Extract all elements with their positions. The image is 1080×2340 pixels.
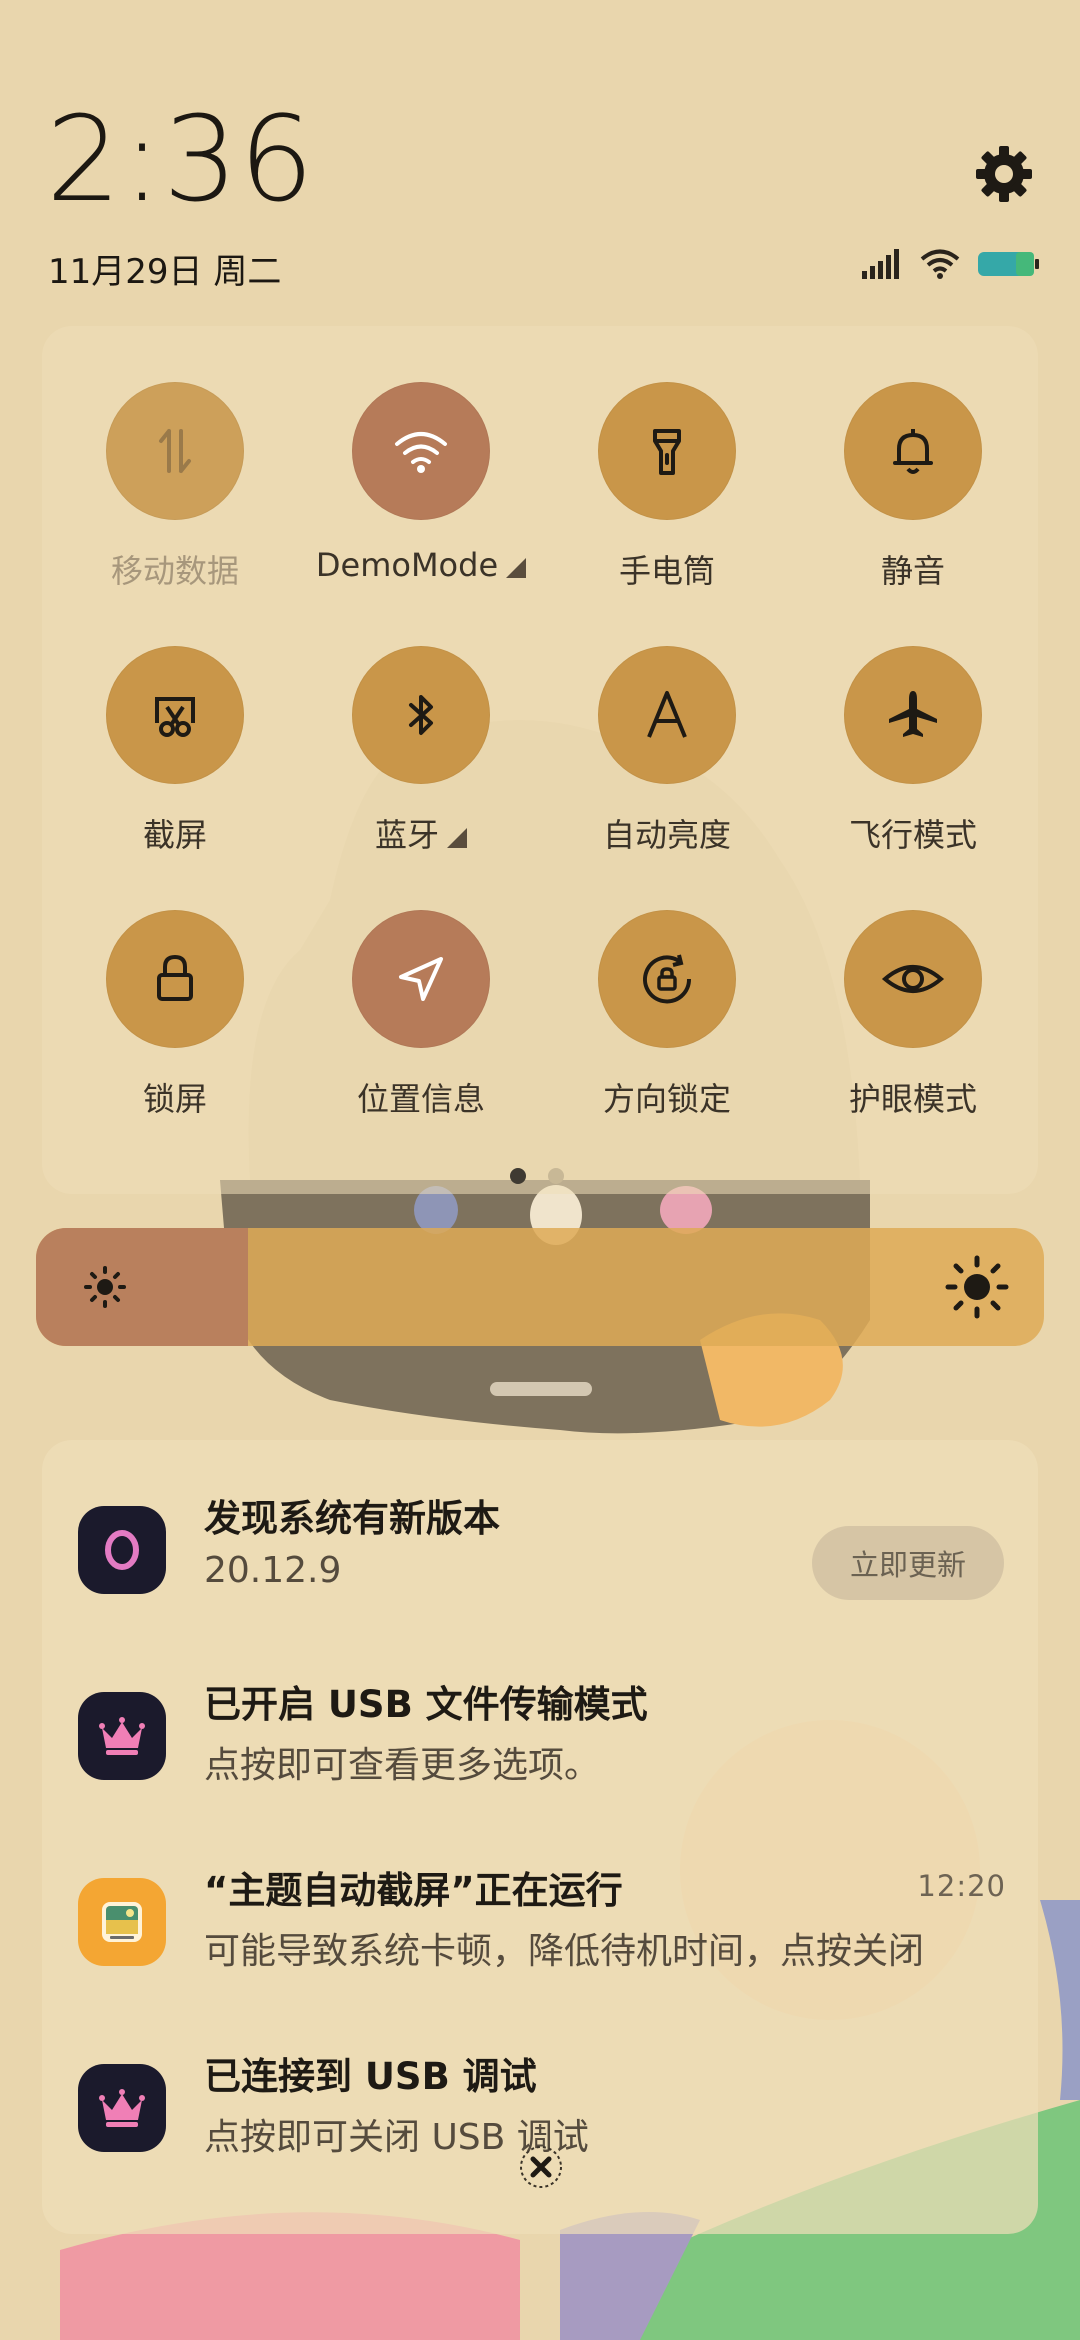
expand-arrow-icon[interactable]	[447, 828, 467, 848]
notification-time: 12:20	[917, 1869, 1006, 1903]
eye-care-toggle[interactable]	[844, 910, 982, 1048]
tile-label: DemoMode	[315, 546, 499, 584]
tile-label-wrap: DemoMode	[315, 546, 527, 584]
airplane-toggle[interactable]	[844, 646, 982, 784]
flashlight-icon	[653, 429, 681, 475]
clear-all-icon[interactable]	[518, 2144, 564, 2190]
wifi-toggle[interactable]	[352, 382, 490, 520]
tile-rotation-lock[interactable]: 方向锁定	[544, 910, 790, 1150]
crown-icon	[78, 1692, 166, 1780]
notification-text: 可能导致系统卡顿，降低待机时间，点按关闭	[204, 1931, 925, 1972]
tile-eye-care[interactable]: 护眼模式	[790, 910, 1036, 1150]
tile-label: 护眼模式	[848, 1080, 977, 1118]
brightness-slider[interactable]	[36, 1228, 1044, 1346]
notifications-panel: 发现系统有新版本 20.12.9 立即更新 已开启 USB 文件传输模式 点按即…	[42, 1440, 1038, 2234]
page-indicator	[510, 1168, 564, 1184]
tile-wifi[interactable]: DemoMode	[298, 382, 544, 622]
rotation-lock-icon	[643, 954, 692, 1004]
tile-airplane[interactable]: 飞行模式	[790, 646, 1036, 886]
notification-title: “主题自动截屏”正在运行	[204, 1869, 623, 1912]
wifi-icon	[395, 432, 447, 473]
auto-brightness-icon	[647, 691, 687, 738]
notification-title: 已连接到 USB 调试	[204, 2055, 537, 2098]
tile-auto-brightness[interactable]: 自动亮度	[544, 646, 790, 886]
brightness-high-icon	[945, 1255, 1009, 1319]
airplane-icon	[889, 691, 937, 737]
tile-location[interactable]: 位置信息	[298, 910, 544, 1150]
location-toggle[interactable]	[352, 910, 490, 1048]
mobile-data-toggle[interactable]	[106, 382, 244, 520]
notification-text: 点按即可查看更多选项。	[204, 1745, 601, 1786]
brightness-fill	[36, 1228, 248, 1346]
tile-label: 蓝牙	[374, 816, 439, 854]
location-icon	[399, 957, 443, 1001]
tile-label: 锁屏	[142, 1080, 207, 1118]
tile-label: 飞行模式	[848, 816, 977, 854]
notification-title: 发现系统有新版本	[204, 1497, 500, 1540]
lock-icon	[157, 954, 193, 1001]
expand-arrow-icon[interactable]	[506, 558, 527, 578]
silent-toggle[interactable]	[844, 382, 982, 520]
gear-icon[interactable]	[972, 142, 1036, 206]
bluetooth-icon	[409, 695, 433, 735]
tile-label: 手电筒	[618, 552, 715, 590]
screenshot-icon	[155, 697, 195, 737]
crown-icon	[78, 2064, 166, 2152]
notification-title: 已开启 USB 文件传输模式	[204, 1683, 648, 1726]
quick-settings-panel: 移动数据 DemoMode 手电筒 静音 截屏 蓝牙 自动亮度 飞行模式 锁屏 …	[42, 326, 1038, 1194]
tile-bluetooth[interactable]: 蓝牙	[298, 646, 544, 886]
signal-icon	[862, 249, 899, 279]
date-label: 11月29日 周二	[48, 252, 282, 292]
tile-label: 静音	[880, 552, 945, 590]
theme-app-icon	[78, 1878, 166, 1966]
status-bar-icons	[862, 244, 1040, 284]
wifi-icon	[920, 249, 960, 279]
battery-icon	[978, 252, 1039, 276]
page-dot-active	[510, 1168, 526, 1184]
notification-usb-transfer[interactable]: 已开启 USB 文件传输模式 点按即可查看更多选项。	[42, 1652, 1038, 1812]
mobile-data-icon	[159, 429, 191, 473]
tile-mobile-data[interactable]: 移动数据	[52, 382, 298, 622]
tile-label: 截屏	[142, 816, 207, 854]
tile-flashlight[interactable]: 手电筒	[544, 382, 790, 622]
flashlight-toggle[interactable]	[598, 382, 736, 520]
eye-icon	[881, 965, 945, 993]
auto-brightness-toggle[interactable]	[598, 646, 736, 784]
tile-silent[interactable]: 静音	[790, 382, 1036, 622]
brightness-low-icon	[84, 1266, 126, 1308]
tile-label: 方向锁定	[602, 1080, 731, 1118]
tile-label: 位置信息	[356, 1080, 485, 1118]
panel-drag-handle[interactable]	[490, 1382, 592, 1396]
tile-label: 移动数据	[110, 552, 239, 590]
page-dot	[548, 1168, 564, 1184]
tile-lock-screen[interactable]: 锁屏	[52, 910, 298, 1150]
clock-time: 2:36	[46, 90, 315, 228]
tile-screenshot[interactable]: 截屏	[52, 646, 298, 886]
screenshot-toggle[interactable]	[106, 646, 244, 784]
bell-icon	[893, 429, 933, 474]
notification-system-update[interactable]: 发现系统有新版本 20.12.9 立即更新	[42, 1466, 1038, 1626]
system-update-icon	[78, 1506, 166, 1594]
rotation-lock-toggle[interactable]	[598, 910, 736, 1048]
bluetooth-toggle[interactable]	[352, 646, 490, 784]
update-now-button[interactable]: 立即更新	[812, 1526, 1004, 1600]
lock-screen-toggle[interactable]	[106, 910, 244, 1048]
tile-label-wrap: 蓝牙	[375, 810, 467, 856]
notification-text: 20.12.9	[204, 1550, 342, 1591]
notification-theme-screenshot[interactable]: “主题自动截屏”正在运行 可能导致系统卡顿，降低待机时间，点按关闭 12:20	[42, 1838, 1038, 1998]
tile-label: 自动亮度	[602, 816, 731, 854]
